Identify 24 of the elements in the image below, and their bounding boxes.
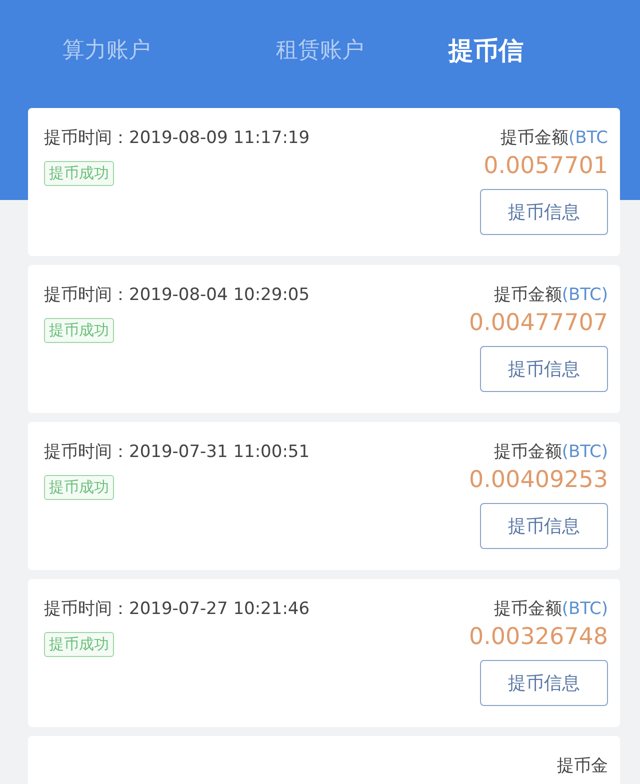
tab[interactable]: 算力账户 bbox=[0, 35, 214, 65]
amount-value: 0.00326748 bbox=[468, 624, 608, 650]
amount-label: 提币金 bbox=[557, 755, 608, 777]
status-tag: 提币成功 bbox=[44, 632, 114, 657]
tab[interactable]: 租赁账户 bbox=[213, 35, 427, 65]
withdraw-time: 提币时间：2019-08-09 11:17:19 bbox=[44, 127, 310, 149]
withdraw-info-button[interactable]: 提币信息 bbox=[480, 189, 608, 235]
withdraw-time: 提币时间：2019-08-04 10:29:05 bbox=[44, 284, 310, 306]
amount-label: 提币金额(BTC) bbox=[494, 441, 608, 463]
status-tag: 提币成功 bbox=[44, 161, 114, 186]
status-tag: 提币成功 bbox=[44, 318, 114, 343]
withdraw-info-button[interactable]: 提币信息 bbox=[480, 503, 608, 549]
amount-value: 0.00409253 bbox=[468, 467, 608, 493]
withdraw-time: 提币时间：2019-07-27 10:21:46 bbox=[44, 598, 310, 620]
status-tag: 提币成功 bbox=[44, 475, 114, 500]
amount-value: 0.0057701 bbox=[484, 153, 608, 179]
amount-label: 提币金额(BTC) bbox=[494, 598, 608, 620]
amount-label: 提币金额(BTC) bbox=[494, 284, 608, 306]
tab[interactable]: 提币信 bbox=[426, 34, 640, 66]
withdraw-info-button[interactable]: 提币信息 bbox=[480, 346, 608, 392]
withdraw-time: 提币时间：2019-07-31 11:00:51 bbox=[44, 441, 310, 463]
amount-label: 提币金额(BTC bbox=[500, 127, 608, 149]
amount-value: 0.00477707 bbox=[468, 310, 608, 336]
withdraw-info-button[interactable]: 提币信息 bbox=[480, 660, 608, 706]
